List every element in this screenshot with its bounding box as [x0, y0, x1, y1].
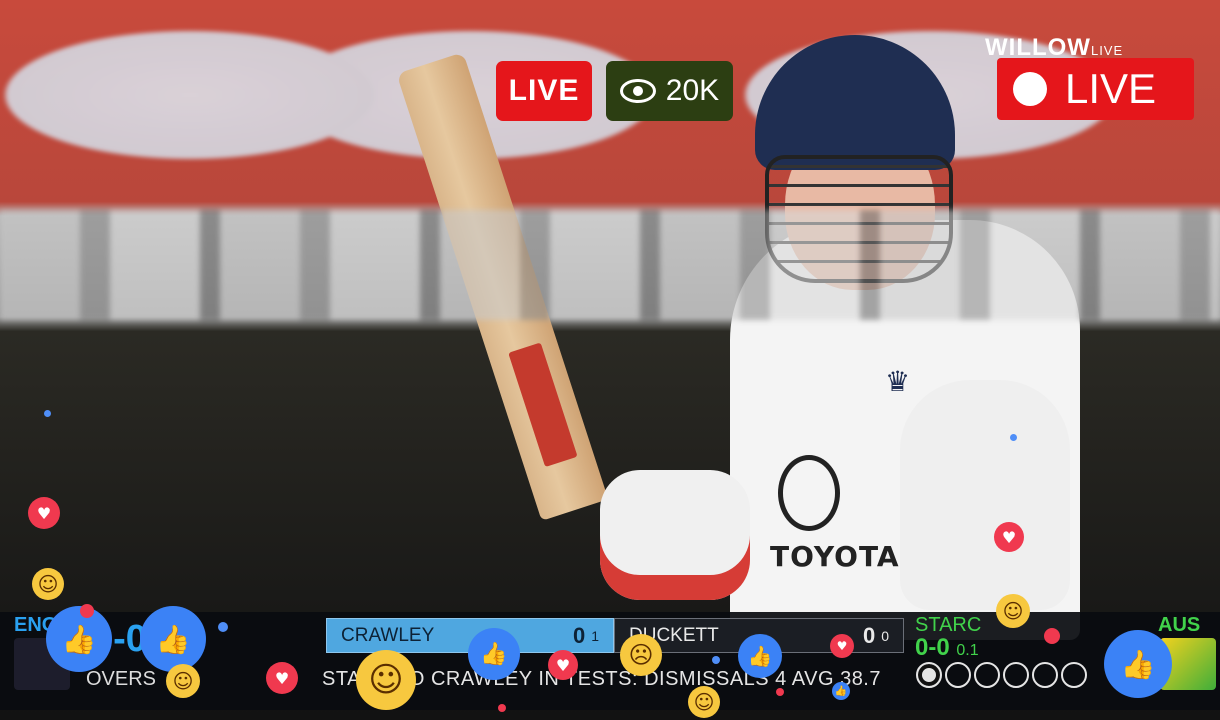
- ball-indicator: [945, 662, 971, 688]
- heart-icon: ♥: [548, 650, 578, 680]
- live-indicator: LIVE: [997, 58, 1194, 120]
- haha-icon: ☺: [356, 650, 416, 710]
- shirt-sponsor: TOYOTA: [770, 540, 900, 573]
- batter-balls: 1: [591, 627, 599, 644]
- reaction-dot: [1044, 628, 1060, 644]
- batter-runs: 0: [862, 622, 876, 648]
- overs-label: OVERS: [86, 668, 157, 690]
- ecb-crest-icon: ♛: [885, 365, 911, 398]
- team-right-code: AUS: [1158, 614, 1201, 636]
- viewer-count: 20K: [665, 74, 720, 107]
- ball-indicator: [1032, 662, 1058, 688]
- reaction-dot: [218, 622, 228, 632]
- this-over-balls: [916, 662, 1087, 688]
- heart-icon: ♥: [830, 634, 854, 658]
- video-player[interactable]: TOYOTA ♛ LIVE 20K WILLOWLIVE LIVE ENG 0-…: [0, 0, 1220, 720]
- ball-indicator: [1003, 662, 1029, 688]
- bat-sticker: [508, 342, 578, 468]
- wow-icon: ☹: [620, 634, 662, 676]
- heart-icon: ♥: [994, 522, 1024, 552]
- ball-indicator: [916, 662, 942, 688]
- reaction-dot: [1010, 434, 1017, 441]
- live-indicator-label: LIVE: [1065, 65, 1157, 112]
- batter-runs: 0: [572, 622, 586, 648]
- cricket-bat: [396, 52, 609, 521]
- haha-icon: ☺: [688, 686, 720, 718]
- haha-icon: ☺: [32, 568, 64, 600]
- heart-icon: ♥: [266, 662, 298, 694]
- batting-glove: [600, 470, 750, 600]
- eye-icon: [619, 79, 656, 103]
- record-dot-icon: [1013, 72, 1047, 106]
- broadcaster-suffix: LIVE: [1090, 43, 1124, 58]
- sponsor-logo-icon: [778, 455, 840, 531]
- viewer-count-badge: 20K: [606, 61, 733, 121]
- player-helmet: [755, 35, 955, 170]
- like-icon: 👍: [832, 682, 850, 700]
- haha-icon: ☺: [166, 664, 200, 698]
- live-badge: LIVE: [496, 61, 592, 121]
- bowler-wickets-runs: 0-0: [915, 634, 950, 661]
- batter-name: CRAWLEY: [341, 624, 435, 646]
- batter-balls: 0: [881, 627, 889, 644]
- player-arm: [900, 380, 1070, 610]
- reaction-dot: [776, 688, 784, 696]
- helmet-grille: [765, 155, 953, 283]
- reaction-dot: [80, 604, 94, 618]
- like-icon: 👍: [468, 628, 520, 680]
- haha-icon: ☺: [996, 594, 1030, 628]
- reaction-dot: [44, 410, 51, 417]
- like-icon: 👍: [46, 606, 112, 672]
- reaction-dot: [712, 656, 720, 664]
- ball-indicator: [1061, 662, 1087, 688]
- heart-icon: ♥: [28, 497, 60, 529]
- bowler-overs: 0.1: [956, 642, 979, 659]
- like-icon: 👍: [140, 606, 206, 672]
- reaction-dot: [498, 704, 506, 712]
- ball-indicator: [974, 662, 1000, 688]
- broadcaster-name: WILLOW: [985, 34, 1091, 61]
- like-icon: 👍: [1104, 630, 1172, 698]
- bowler-figures: 0-0 0.1: [915, 634, 979, 662]
- like-icon: 👍: [738, 634, 782, 678]
